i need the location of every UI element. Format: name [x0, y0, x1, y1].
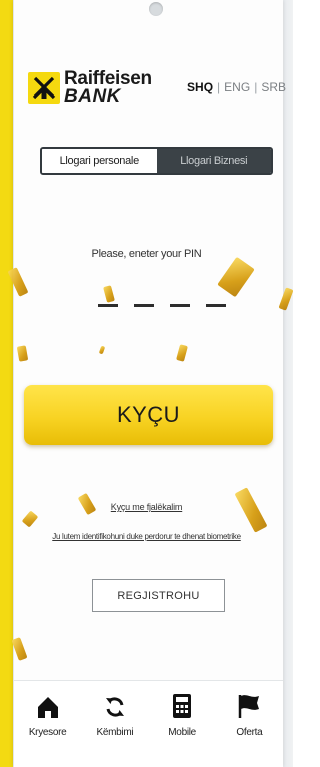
home-icon — [36, 693, 60, 719]
nav-label: Oferta — [236, 727, 263, 738]
login-button[interactable]: KYÇU — [24, 385, 273, 445]
yellow-side-accent — [0, 0, 13, 767]
camera-notch — [149, 2, 163, 16]
pin-input[interactable] — [98, 304, 226, 307]
pin-digit-slot — [98, 304, 118, 307]
pin-digit-slot — [206, 304, 226, 307]
lang-shq[interactable]: SHQ — [187, 80, 213, 94]
lang-separator: | — [217, 80, 221, 94]
logo-icon — [28, 72, 60, 104]
nav-item-mobile[interactable]: Mobile — [149, 681, 216, 767]
raiffeisen-logo: Raiffeisen BANK — [28, 69, 152, 107]
calculator-icon — [172, 693, 192, 719]
nav-item-offers[interactable]: Oferta — [216, 681, 283, 767]
bottom-navigation: Kryesore Këmbimi Mobile Oferta — [14, 680, 283, 767]
lang-eng[interactable]: ENG — [224, 80, 250, 94]
nav-item-exchange[interactable]: Këmbimi — [81, 681, 148, 767]
password-login-link[interactable]: Kyçu me fjalëkalim — [0, 502, 293, 512]
phone-frame — [13, 0, 283, 767]
register-button[interactable]: REGJISTROHU — [92, 579, 225, 612]
biometric-login-link[interactable]: Ju lutem identifikohuni duke perdorur te… — [0, 532, 293, 541]
nav-label: Kryesore — [28, 727, 67, 738]
app-screen: Raiffeisen BANK SHQ | ENG | SRB Llogari … — [0, 0, 293, 767]
brand-subname: BANK — [64, 86, 121, 107]
lang-separator: | — [254, 80, 258, 94]
nav-label: Këmbimi — [96, 727, 134, 738]
language-switcher: SHQ | ENG | SRB — [187, 80, 286, 94]
exchange-icon — [103, 693, 127, 719]
pin-prompt: Please, eneter your PIN — [91, 248, 202, 260]
tab-personal-account[interactable]: Llogari personale — [42, 149, 157, 173]
account-type-toggle: Llogari personale Llogari Biznesi — [40, 147, 273, 175]
flag-icon — [237, 693, 261, 719]
nav-item-home[interactable]: Kryesore — [14, 681, 81, 767]
lang-srb[interactable]: SRB — [261, 80, 286, 94]
nav-label: Mobile — [168, 727, 196, 738]
pin-digit-slot — [170, 304, 190, 307]
pin-digit-slot — [134, 304, 154, 307]
tab-business-account[interactable]: Llogari Biznesi — [156, 149, 271, 173]
